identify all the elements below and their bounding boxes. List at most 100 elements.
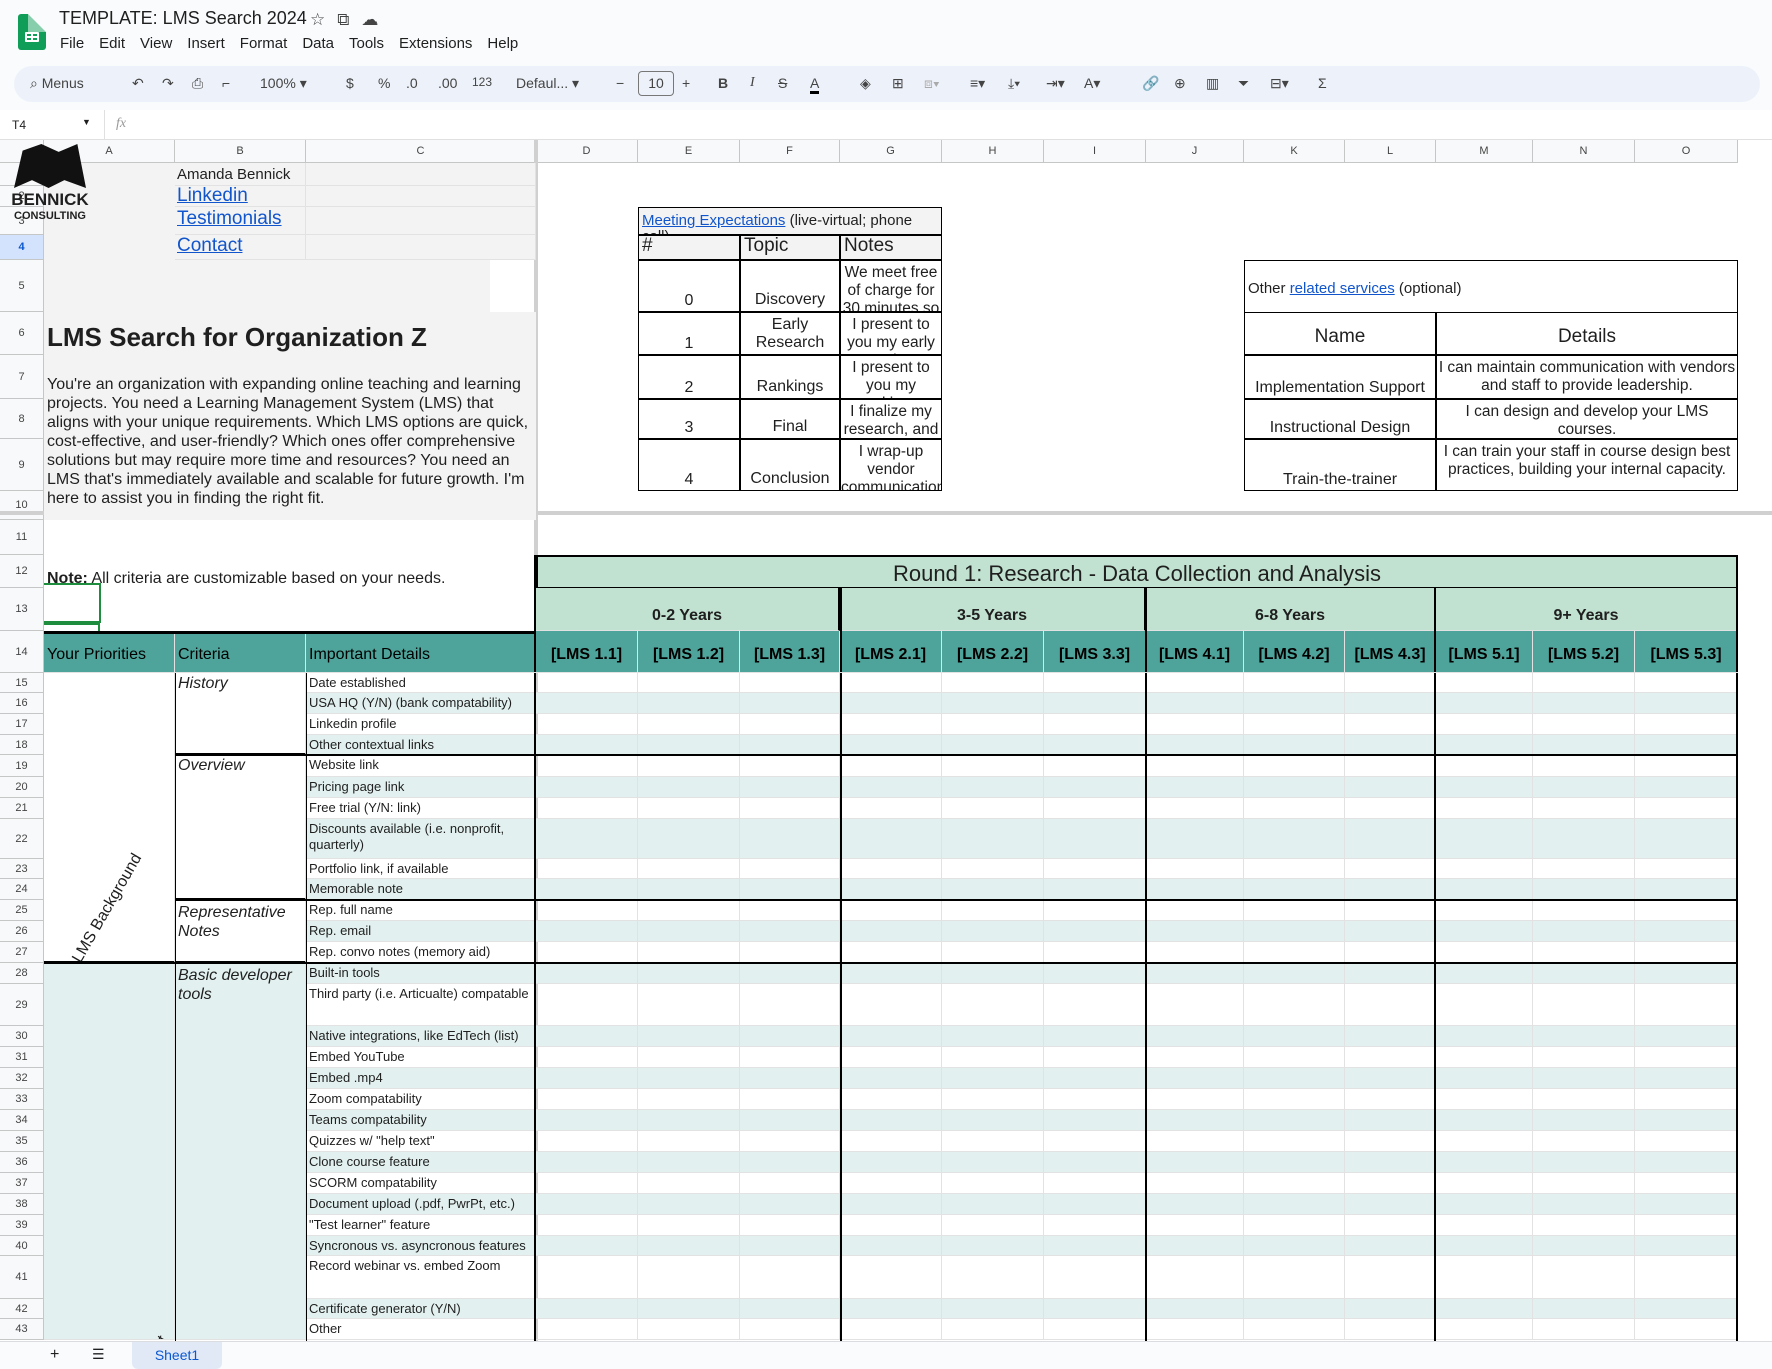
data-cell-o41[interactable] [1635, 1256, 1738, 1299]
data-cell-j25[interactable] [1146, 900, 1244, 921]
data-cell-e31[interactable] [638, 1047, 740, 1068]
font-size-input[interactable]: 10 [638, 71, 674, 96]
data-cell-m31[interactable] [1436, 1047, 1533, 1068]
data-cell-m15[interactable] [1436, 673, 1533, 693]
data-cell-k18[interactable] [1244, 735, 1345, 755]
data-cell-n28[interactable] [1533, 963, 1635, 984]
data-cell-m28[interactable] [1436, 963, 1533, 984]
data-cell-j23[interactable] [1146, 859, 1244, 879]
data-cell-h42[interactable] [942, 1299, 1044, 1319]
insert-chart-icon[interactable]: ▥ [1206, 75, 1219, 92]
data-cell-k28[interactable] [1244, 963, 1345, 984]
data-cell-f16[interactable] [740, 693, 840, 714]
data-cell-g24[interactable] [840, 879, 942, 900]
redo-icon[interactable]: ↷ [162, 75, 174, 92]
data-cell-o23[interactable] [1635, 859, 1738, 879]
data-cell-h16[interactable] [942, 693, 1044, 714]
data-cell-o37[interactable] [1635, 1173, 1738, 1194]
row-header-19[interactable]: 19 [0, 755, 44, 777]
data-cell-n32[interactable] [1533, 1068, 1635, 1089]
column-header-o[interactable]: O [1635, 140, 1738, 163]
data-cell-f24[interactable] [740, 879, 840, 900]
data-cell-n15[interactable] [1533, 673, 1635, 693]
meeting-topic-1[interactable]: Early Research [740, 312, 840, 355]
data-cell-d20[interactable] [536, 777, 638, 798]
column-header-c[interactable]: C [306, 140, 536, 163]
detail-33[interactable]: Zoom compatability [306, 1089, 536, 1110]
menu-format[interactable]: Format [240, 35, 288, 52]
meeting-header-0[interactable]: # [638, 235, 740, 260]
data-cell-m32[interactable] [1436, 1068, 1533, 1089]
data-cell-i35[interactable] [1044, 1131, 1146, 1152]
data-cell-o43[interactable] [1635, 1319, 1738, 1340]
data-cell-g27[interactable] [840, 942, 942, 963]
data-cell-h33[interactable] [942, 1089, 1044, 1110]
data-cell-d23[interactable] [536, 859, 638, 879]
data-cell-m39[interactable] [1436, 1215, 1533, 1236]
row-header-39[interactable]: 39 [0, 1215, 44, 1236]
data-cell-m29[interactable] [1436, 984, 1533, 1026]
service-details-1[interactable]: I can design and develop your LMS course… [1436, 399, 1738, 439]
cell-c2[interactable] [306, 186, 536, 207]
data-cell-d21[interactable] [536, 798, 638, 819]
row-header-35[interactable]: 35 [0, 1131, 44, 1152]
data-cell-n40[interactable] [1533, 1236, 1635, 1256]
detail-29[interactable]: Third party (i.e. Articualte) compatable [306, 984, 536, 1026]
data-cell-k41[interactable] [1244, 1256, 1345, 1299]
data-cell-l41[interactable] [1345, 1256, 1436, 1299]
row-header-38[interactable]: 38 [0, 1194, 44, 1215]
data-cell-e18[interactable] [638, 735, 740, 755]
data-cell-n27[interactable] [1533, 942, 1635, 963]
data-cell-k30[interactable] [1244, 1026, 1345, 1047]
data-cell-j18[interactable] [1146, 735, 1244, 755]
data-cell-m37[interactable] [1436, 1173, 1533, 1194]
lms-header-7[interactable]: [LMS 4.2] [1244, 631, 1345, 673]
row-header-43[interactable]: 43 [0, 1319, 44, 1340]
data-cell-g17[interactable] [840, 714, 942, 735]
data-cell-g43[interactable] [840, 1319, 942, 1340]
data-cell-j42[interactable] [1146, 1299, 1244, 1319]
merge-cells-icon[interactable]: ⧈▾ [924, 75, 940, 92]
data-cell-m24[interactable] [1436, 879, 1533, 900]
data-cell-h41[interactable] [942, 1256, 1044, 1299]
name-box[interactable]: T4 [12, 118, 26, 132]
data-cell-f22[interactable] [740, 819, 840, 859]
lms-header-9[interactable]: [LMS 5.1] [1436, 631, 1533, 673]
data-cell-k25[interactable] [1244, 900, 1345, 921]
services-header-details[interactable]: Details [1436, 312, 1738, 355]
data-cell-e42[interactable] [638, 1299, 740, 1319]
cell-c1[interactable] [306, 163, 536, 186]
move-folder-icon[interactable]: ⧉ [337, 10, 349, 29]
data-cell-d38[interactable] [536, 1194, 638, 1215]
data-cell-l21[interactable] [1345, 798, 1436, 819]
row-header-11[interactable]: 11 [0, 520, 44, 555]
data-cell-j19[interactable] [1146, 755, 1244, 777]
font-size-increase[interactable]: + [682, 75, 690, 91]
name-box-dropdown-icon[interactable]: ▼ [82, 117, 91, 127]
author-name[interactable]: Amanda Bennick [175, 163, 306, 186]
data-cell-d42[interactable] [536, 1299, 638, 1319]
menu-edit[interactable]: Edit [99, 35, 125, 52]
data-cell-g29[interactable] [840, 984, 942, 1026]
detail-39[interactable]: "Test learner" feature [306, 1215, 536, 1236]
data-cell-n16[interactable] [1533, 693, 1635, 714]
column-header-m[interactable]: M [1436, 140, 1533, 163]
data-cell-o34[interactable] [1635, 1110, 1738, 1131]
data-cell-j35[interactable] [1146, 1131, 1244, 1152]
undo-icon[interactable]: ↶ [132, 75, 144, 92]
menu-help[interactable]: Help [487, 35, 518, 52]
detail-26[interactable]: Rep. email [306, 921, 536, 942]
font-select[interactable]: Defaul... ▾ [516, 75, 579, 92]
text-rotate-icon[interactable]: A▾ [1084, 75, 1100, 92]
data-cell-n37[interactable] [1533, 1173, 1635, 1194]
data-cell-i27[interactable] [1044, 942, 1146, 963]
data-cell-e41[interactable] [638, 1256, 740, 1299]
data-cell-h26[interactable] [942, 921, 1044, 942]
row-header-41[interactable]: 41 [0, 1256, 44, 1299]
services-header-name[interactable]: Name [1244, 312, 1436, 355]
data-cell-f36[interactable] [740, 1152, 840, 1173]
row-header-21[interactable]: 21 [0, 798, 44, 819]
data-cell-o33[interactable] [1635, 1089, 1738, 1110]
data-cell-i22[interactable] [1044, 819, 1146, 859]
data-cell-n21[interactable] [1533, 798, 1635, 819]
